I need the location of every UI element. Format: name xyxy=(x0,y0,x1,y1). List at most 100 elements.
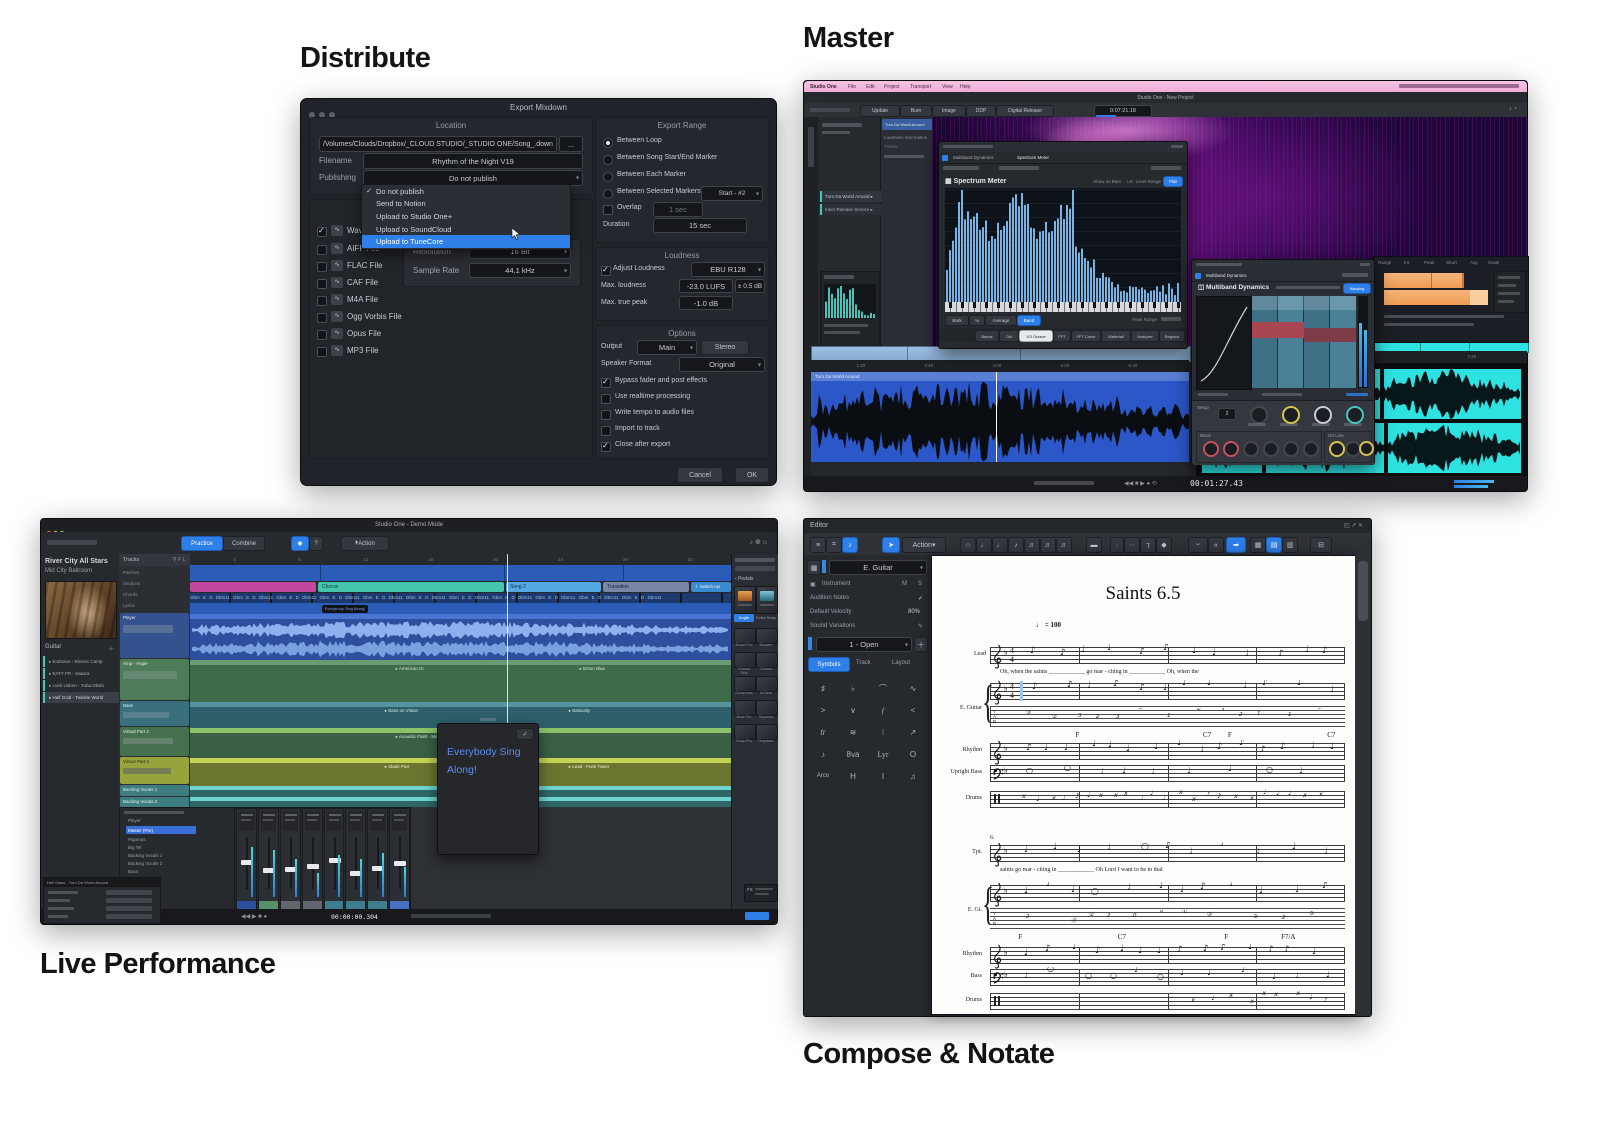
section-chip-pink[interactable] xyxy=(190,582,316,592)
filename-field[interactable]: Rhythm of the Night V19 xyxy=(363,153,583,169)
eighth-note-button[interactable]: ♪ xyxy=(1008,537,1024,553)
symbol-accent[interactable]: > xyxy=(821,706,826,715)
drum-tool-icon[interactable]: ⌗ xyxy=(826,537,842,553)
band-knob[interactable] xyxy=(1283,441,1299,457)
symbol-arco[interactable]: Arco xyxy=(817,773,829,779)
mixer-channel-strip[interactable] xyxy=(302,808,323,910)
menu-item-send-notion[interactable]: Send to Notion xyxy=(362,198,570,211)
mixer-channel-strip[interactable] xyxy=(280,808,301,910)
spectrum-control[interactable]: Show as Bars xyxy=(1093,179,1121,184)
mixer-row[interactable]: Big Tel xyxy=(128,845,141,850)
staff-rhythm-2[interactable]: ♭ ♩♪♩♪♩♩♩♪♪♪♩♪♪♩ xyxy=(990,947,1345,964)
staff-eguitar[interactable]: ♭ 44 ♪♪♩♪♪♩♩♩♩♪♩♩ xyxy=(990,683,1345,700)
master-track-header[interactable]: Turn Da World Around xyxy=(811,372,1189,381)
export-path-field[interactable]: /Volumes/Clouds/Dropbox/_CLOUD STUDIO/_S… xyxy=(319,136,557,152)
preset-label[interactable]: Extra Snap xyxy=(756,615,776,620)
mp3-checkbox[interactable] xyxy=(317,347,327,357)
symbol-sharp[interactable]: ♯ xyxy=(821,684,825,693)
meter-chip[interactable]: Int xyxy=(1404,260,1409,265)
loudness-tolerance-field[interactable]: ± 0.5 dB xyxy=(735,279,765,293)
format-mp3[interactable]: MP3 File xyxy=(347,346,379,355)
add-icon[interactable]: ＋ xyxy=(108,644,114,653)
band-knob[interactable] xyxy=(1303,441,1319,457)
staff-egt[interactable]: ♭ ♩♪♩○♩♩♩♪♩♩♩♪ xyxy=(990,885,1345,902)
setlist-item[interactable]: ▸ Lush Lisbon - Yuba Okido xyxy=(43,680,123,691)
mbd-curve-panel[interactable] xyxy=(1196,296,1252,390)
mixer-channel-strip[interactable] xyxy=(258,808,279,910)
spectrum-control[interactable]: Level Range xyxy=(1136,179,1161,184)
menu-item-do-not-publish[interactable]: ✓Do not publish xyxy=(362,185,570,198)
staff-bass-2[interactable]: ♭ ♩○○○♩○♩♩♩♩♩♩ xyxy=(990,969,1345,986)
page-view-button[interactable]: ▥ xyxy=(1282,537,1298,553)
toolbar-right-icons[interactable]: ♪ ◔ xyxy=(1509,106,1517,112)
layout-tool-icon[interactable]: ≡ xyxy=(810,537,826,553)
fx-chain-box[interactable]: FX xyxy=(744,884,778,902)
track-header-bass[interactable]: Bass xyxy=(120,701,189,726)
accent-button[interactable]: ◆ xyxy=(1156,537,1172,553)
menu-item-upload-studio-one[interactable]: Upload to Studio One+ xyxy=(362,210,570,223)
tab-track[interactable]: Track xyxy=(856,660,871,666)
average-chip[interactable]: Average xyxy=(985,315,1017,326)
mixer-channel-strip[interactable] xyxy=(367,808,388,910)
staff-eguitar-tab[interactable]: TAB ③②32331②3211③ xyxy=(990,706,1345,727)
lyric-event-chip[interactable]: Everybody Sing Along! xyxy=(322,605,368,613)
master-titlebar[interactable]: Studio One - New Project xyxy=(804,92,1527,103)
mixer-channel-strip[interactable] xyxy=(236,808,257,910)
meter-chip[interactable]: Peak xyxy=(1424,260,1434,265)
m4a-checkbox[interactable] xyxy=(317,296,327,306)
preset-tile[interactable] xyxy=(756,628,778,644)
mbd-mode-chip[interactable]: Warping xyxy=(1343,283,1371,294)
track-header-amp[interactable]: Amp - Angie xyxy=(120,659,189,700)
thirtysecond-note-button[interactable]: ♬ xyxy=(1040,537,1056,553)
menu-item-upload-tunecore[interactable]: Upload to TuneCore xyxy=(362,235,570,248)
import-track-checkbox[interactable] xyxy=(601,426,611,436)
preset-tile[interactable] xyxy=(734,724,756,740)
third-chip[interactable]: ⅓ xyxy=(969,315,985,326)
preset-label[interactable]: Compress xyxy=(734,691,754,695)
grid-button[interactable]: ▦ xyxy=(1250,537,1266,553)
staff-rhythm[interactable]: ♭ ♪♩♩♩♩♩♩♩♩♪♪♪♪♩♩ xyxy=(990,743,1345,760)
playhead[interactable] xyxy=(996,372,997,462)
image-button[interactable]: Image xyxy=(932,105,966,117)
song-tab[interactable]: Turn Da World Around xyxy=(882,119,933,130)
mixer-channel-strip[interactable] xyxy=(324,808,345,910)
param-row[interactable]: Chords xyxy=(123,592,138,597)
snap-toggle[interactable]: ? xyxy=(309,536,323,551)
section-chip-transition[interactable]: Transition xyxy=(603,582,689,592)
preset-label[interactable]: Boost Pro xyxy=(734,643,754,647)
menu-edit[interactable]: Edit xyxy=(866,84,875,90)
max-true-peak-field[interactable]: -1.0 dB xyxy=(679,296,733,310)
between-selected-radio[interactable] xyxy=(603,189,613,199)
setlist-item[interactable]: ▸ Embrace - Electric Camp xyxy=(43,656,123,667)
mbd-band-grid[interactable] xyxy=(1252,296,1356,388)
plugin-tab[interactable]: Multiband Dynamics xyxy=(1206,273,1247,278)
symbol-turn[interactable]: ∿ xyxy=(910,684,917,693)
max-loudness-field[interactable]: -23.0 LUFS xyxy=(679,279,733,293)
velocity-value[interactable]: 80% xyxy=(908,609,920,615)
action-button[interactable]: ⏵ Action xyxy=(341,536,389,551)
mode-analyzer[interactable]: Analyzer xyxy=(1131,330,1159,342)
online-knob[interactable] xyxy=(1329,441,1345,457)
keyboard-button[interactable]: ⊟ xyxy=(1310,537,1332,553)
project-item[interactable]: Inner Release Service ▸ xyxy=(820,204,883,215)
symbol-slur[interactable]: ⌒ xyxy=(879,683,887,694)
track-header-bv1[interactable]: Backing Vocals 1 xyxy=(120,785,189,796)
between-song-radio[interactable] xyxy=(603,155,613,165)
symbol-gliss[interactable]: ↗ xyxy=(910,728,917,737)
format-flac[interactable]: FLAC File xyxy=(347,261,383,270)
flat-button[interactable]: Flat xyxy=(1163,176,1183,187)
symbol-i[interactable]: I xyxy=(882,772,884,781)
preset-tile[interactable] xyxy=(756,676,778,692)
solo-button[interactable]: S xyxy=(918,581,922,587)
track-header-virtual2[interactable]: Virtual Part 2 xyxy=(120,727,189,756)
mixer-row[interactable]: Backing Vocals 1 xyxy=(128,853,162,858)
format-ogg[interactable]: Ogg Vorbis File xyxy=(347,312,402,321)
preset-label[interactable]: Snap Pro xyxy=(734,739,754,743)
editor-titlebar[interactable]: Editor ◰ ↗ ✕ xyxy=(804,519,1371,533)
sixteenth-note-button[interactable]: ♬ xyxy=(1024,537,1040,553)
duration-field[interactable]: 15 sec xyxy=(653,218,747,233)
online-knob[interactable] xyxy=(1359,441,1374,456)
sixtyfourth-note-button[interactable]: ♬ xyxy=(1056,537,1072,553)
burn-button[interactable]: Burn xyxy=(900,105,932,117)
mode-third-octave[interactable]: 1/3 Octave xyxy=(1019,330,1053,342)
